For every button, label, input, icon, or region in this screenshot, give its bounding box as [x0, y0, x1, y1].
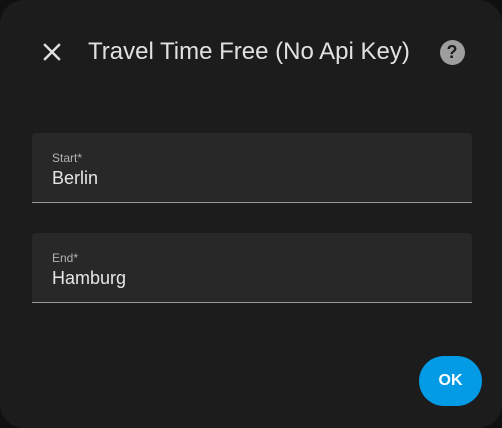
- end-field[interactable]: End*: [32, 233, 472, 303]
- end-input[interactable]: [52, 267, 452, 289]
- end-field-label: End*: [52, 251, 79, 265]
- start-field[interactable]: Start*: [32, 133, 472, 203]
- ok-button[interactable]: OK: [419, 356, 482, 406]
- dialog-header: Travel Time Free (No Api Key) ?: [0, 24, 502, 80]
- start-input[interactable]: [52, 167, 452, 189]
- start-field-label: Start*: [52, 151, 83, 165]
- help-circle-icon: ?: [439, 39, 465, 65]
- help-button[interactable]: ?: [432, 32, 472, 72]
- close-icon: [43, 43, 61, 61]
- close-button[interactable]: [32, 32, 72, 72]
- integration-config-dialog: Travel Time Free (No Api Key) ? Start* E…: [0, 0, 502, 428]
- dialog-title: Travel Time Free (No Api Key): [88, 38, 410, 65]
